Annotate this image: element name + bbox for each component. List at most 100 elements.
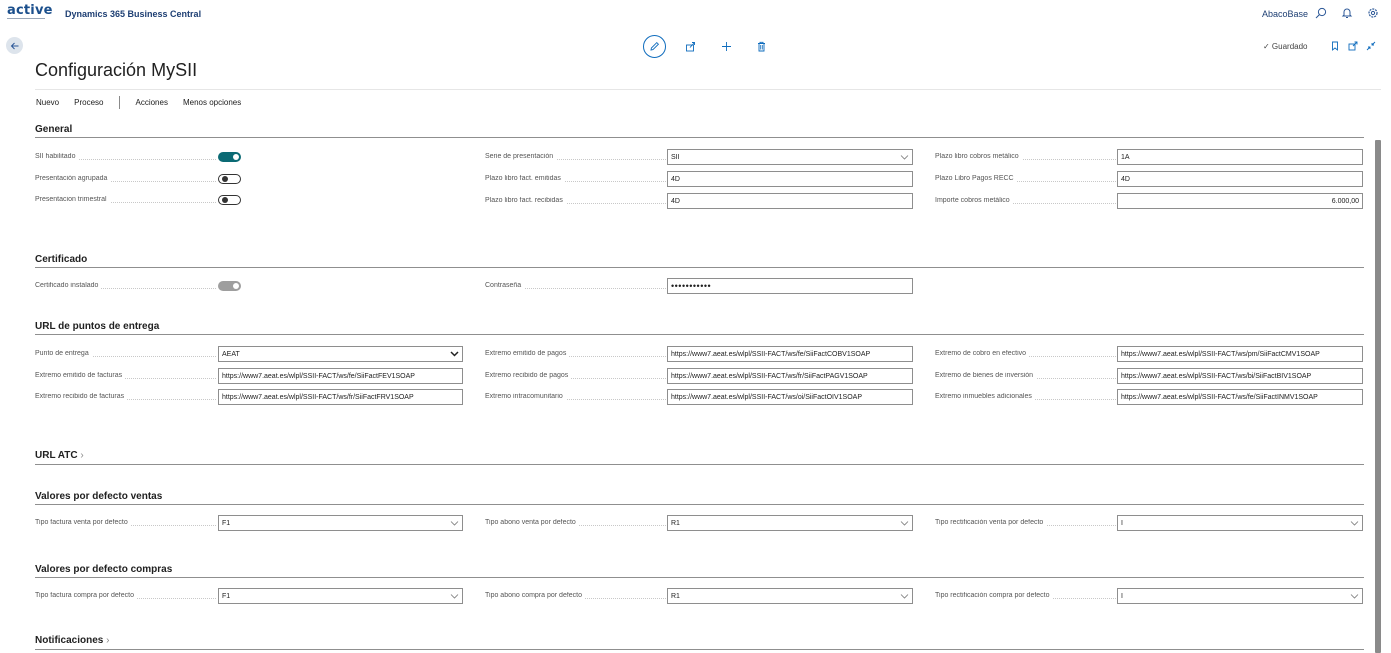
chevron-down-icon xyxy=(450,594,459,599)
field-label: Extremo emitido de pagos xyxy=(485,350,670,357)
field-label: Plazo libro cobros metálico xyxy=(935,153,1120,160)
chevron-down-icon xyxy=(900,594,909,599)
bookmark-icon xyxy=(1332,41,1338,51)
sii-habilitado-toggle[interactable] xyxy=(218,152,241,162)
field-label: SII habilitado xyxy=(35,153,220,160)
tipo-factura-venta-select[interactable]: F1 xyxy=(218,515,463,531)
bookmark-button[interactable] xyxy=(1327,38,1343,54)
share-icon xyxy=(685,41,695,51)
chevron-down-icon xyxy=(900,155,909,160)
extremo-recibido-pagos-input[interactable]: https://www7.aeat.es/wlpl/SSII-FACT/ws/f… xyxy=(667,368,913,384)
divider xyxy=(35,334,1364,335)
field-label: Tipo rectificación compra por defecto xyxy=(935,592,1120,599)
plazo-emitidas-input[interactable]: 4D xyxy=(667,171,913,187)
bell-icon[interactable] xyxy=(1338,4,1356,22)
section-defecto-compras-title[interactable]: Valores por defecto compras xyxy=(35,564,172,575)
section-general-title[interactable]: General xyxy=(35,124,72,135)
plazo-cobros-metalico-input[interactable]: 1A xyxy=(1117,149,1363,165)
field-label: Tipo abono compra por defecto xyxy=(485,592,670,599)
share-button[interactable] xyxy=(682,38,698,54)
extremo-recibido-facturas-input[interactable]: https://www7.aeat.es/wlpl/SSII-FACT/ws/f… xyxy=(218,389,463,405)
menu-item-menos-opciones[interactable]: Menos opciones xyxy=(183,98,241,107)
back-button[interactable] xyxy=(6,37,23,54)
field-label: Serie de presentación xyxy=(485,153,670,160)
arrow-left-icon xyxy=(10,42,18,49)
field-label: Plazo Libro Pagos RECC xyxy=(935,175,1120,182)
divider xyxy=(35,137,1364,138)
action-menu: Nuevo Proceso Acciones Menos opciones xyxy=(36,95,256,109)
field-label: Extremo de bienes de inversión xyxy=(935,372,1120,379)
menu-item-acciones[interactable]: Acciones xyxy=(135,98,167,107)
trash-icon xyxy=(757,41,765,51)
field-label: Presentacion trimestral xyxy=(35,196,220,203)
gear-icon[interactable] xyxy=(1364,4,1382,22)
chevron-right-icon: › xyxy=(103,635,110,646)
extremo-emitido-facturas-input[interactable]: https://www7.aeat.es/wlpl/SSII-FACT/ws/f… xyxy=(218,368,463,384)
tipo-rectificacion-venta-select[interactable]: I xyxy=(1117,515,1363,531)
section-url-atc-title[interactable]: URL ATC › xyxy=(35,450,84,461)
menu-item-proceso[interactable]: Proceso xyxy=(74,98,103,107)
tipo-factura-compra-select[interactable]: F1 xyxy=(218,588,463,604)
divider xyxy=(35,89,1381,90)
divider xyxy=(35,649,1364,650)
field-label: Extremo inmuebles adicionales xyxy=(935,393,1120,400)
password-field[interactable]: ••••••••••• xyxy=(667,278,913,294)
new-button[interactable] xyxy=(718,38,734,54)
field-label: Certificado instalado xyxy=(35,282,220,289)
chevron-down-icon xyxy=(900,521,909,526)
vertical-scrollbar[interactable] xyxy=(1375,140,1381,653)
app-bar: active Dynamics 365 Business Central Aba… xyxy=(0,0,1391,30)
chevron-down-icon xyxy=(1350,521,1359,526)
section-certificado-title[interactable]: Certificado xyxy=(35,254,87,265)
tipo-abono-compra-select[interactable]: R1 xyxy=(667,588,913,604)
plazo-pagos-recc-input[interactable]: 4D xyxy=(1117,171,1363,187)
divider xyxy=(35,464,1364,465)
chevron-down-icon xyxy=(450,521,459,526)
delete-button[interactable] xyxy=(753,38,769,54)
extremo-inmuebles-adicionales-input[interactable]: https://www7.aeat.es/wlpl/SSII-FACT/ws/f… xyxy=(1117,389,1363,405)
field-label: Punto de entrega xyxy=(35,350,220,357)
field-label: Extremo de cobro en efectivo xyxy=(935,350,1120,357)
menu-separator xyxy=(119,95,121,109)
tipo-abono-venta-select[interactable]: R1 xyxy=(667,515,913,531)
section-notificaciones-title[interactable]: Notificaciones › xyxy=(35,635,109,646)
field-label: Contraseña xyxy=(485,282,670,289)
punto-entrega-select[interactable]: AEAT xyxy=(218,346,463,362)
collapse-icon xyxy=(1366,41,1376,51)
extremo-emitido-pagos-input[interactable]: https://www7.aeat.es/wlpl/SSII-FACT/ws/f… xyxy=(667,346,913,362)
divider xyxy=(35,577,1364,578)
company-logo: active xyxy=(7,3,53,19)
section-url-puntos-title[interactable]: URL de puntos de entrega xyxy=(35,321,159,332)
menu-item-nuevo[interactable]: Nuevo xyxy=(36,98,59,107)
field-label: Extremo emitido de facturas xyxy=(35,372,220,379)
plazo-recibidas-input[interactable]: 4D xyxy=(667,193,913,209)
extremo-cobro-efectivo-input[interactable]: https://www7.aeat.es/wlpl/SSII-FACT/ws/p… xyxy=(1117,346,1363,362)
certificado-instalado-toggle xyxy=(218,281,241,291)
serie-presentacion-select[interactable]: SII xyxy=(667,149,913,165)
section-defecto-ventas-title[interactable]: Valores por defecto ventas xyxy=(35,491,162,502)
field-label: Plazo libro fact. recibidas xyxy=(485,197,670,204)
field-label: Presentación agrupada xyxy=(35,175,220,182)
presentacion-agrupada-toggle[interactable] xyxy=(218,174,241,184)
collapse-button[interactable] xyxy=(1363,38,1379,54)
search-icon[interactable] xyxy=(1312,4,1330,22)
open-new-window-button[interactable] xyxy=(1345,38,1361,54)
extremo-bienes-inversion-input[interactable]: https://www7.aeat.es/wlpl/SSII-FACT/ws/b… xyxy=(1117,368,1363,384)
chevron-down-icon xyxy=(1350,594,1359,599)
product-name[interactable]: Dynamics 365 Business Central xyxy=(65,9,201,19)
field-label: Plazo libro fact. emitidas xyxy=(485,175,670,182)
pencil-icon xyxy=(650,41,660,51)
field-label: Extremo intracomunitario xyxy=(485,393,670,400)
presentacion-trimestral-toggle[interactable] xyxy=(218,195,241,205)
field-label: Extremo recibido de pagos xyxy=(485,372,670,379)
tipo-rectificacion-compra-select[interactable]: I xyxy=(1117,588,1363,604)
page-title: Configuración MySII xyxy=(35,60,198,80)
chevron-right-icon: › xyxy=(77,450,84,461)
field-label: Tipo abono venta por defecto xyxy=(485,519,670,526)
field-label: Tipo rectificación venta por defecto xyxy=(935,519,1120,526)
importe-cobros-metalico-input[interactable]: 6.000,00 xyxy=(1117,193,1363,209)
edit-button[interactable] xyxy=(643,35,666,58)
company-name[interactable]: AbacoBase xyxy=(1262,9,1308,19)
divider xyxy=(35,504,1364,505)
extremo-intracomunitario-input[interactable]: https://www7.aeat.es/wlpl/SSII-FACT/ws/o… xyxy=(667,389,913,405)
